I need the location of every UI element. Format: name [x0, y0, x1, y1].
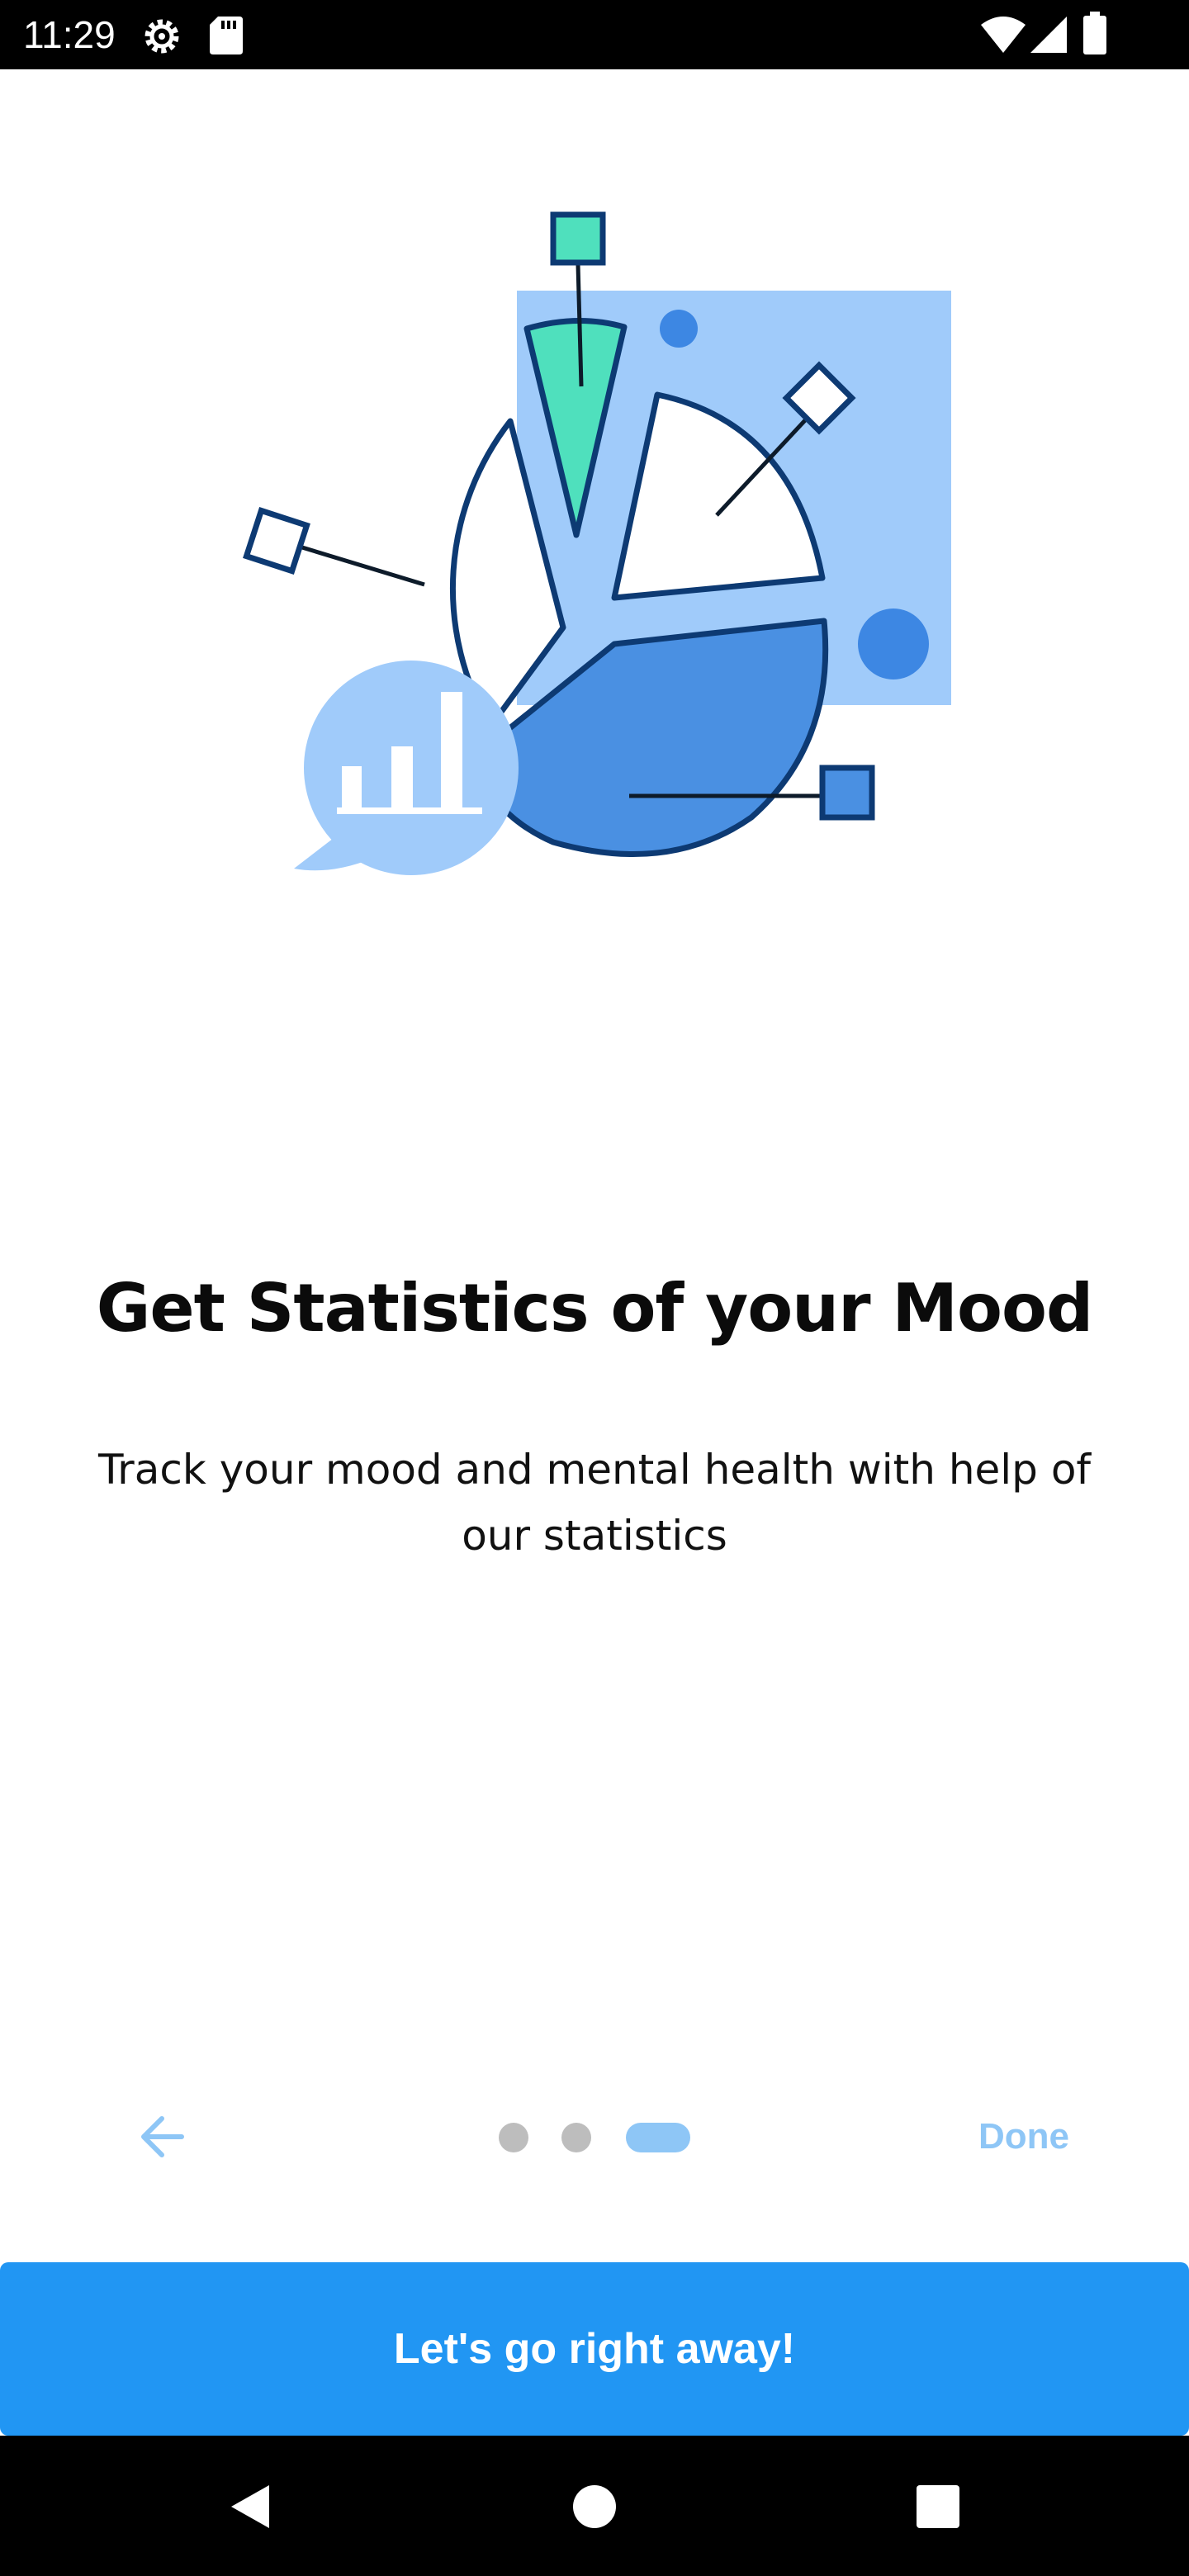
left-marker-square: [243, 507, 310, 575]
onboarding-subtitle: Track your mood and mental health with h…: [97, 1446, 1092, 1560]
back-triangle-icon[interactable]: [225, 2436, 272, 2484]
arrow-left-icon: [141, 2116, 184, 2157]
large-blue-dot: [858, 608, 929, 680]
lets-go-button[interactable]: Let's go right away!: [0, 2262, 1189, 2436]
sd-card-icon: [210, 17, 243, 54]
pie-chart-statistics-illustration: [243, 211, 951, 875]
battery-icon: [1083, 12, 1106, 54]
page-indicator: [495, 2120, 694, 2153]
chat-bubble-bar-chart-icon: [294, 661, 519, 875]
settings-gear-icon: [144, 19, 179, 54]
onboarding-screen: 11:29 Get Statistics of your Mood Track …: [0, 0, 1189, 2576]
nav-back-triangle-icon[interactable]: [226, 2482, 272, 2531]
done-button[interactable]: Done: [958, 2110, 1090, 2164]
nav-home-circle-icon[interactable]: [573, 2485, 616, 2528]
onboarding-title: Get Statistics of your Mood: [96, 1270, 1093, 1347]
teal-marker-square: [550, 211, 606, 266]
status-time: 11:29: [23, 13, 116, 56]
page-dot-3-active[interactable]: [626, 2123, 690, 2152]
page-dot-2[interactable]: [561, 2123, 591, 2152]
small-blue-dot: [660, 310, 698, 348]
blue-marker-square: [819, 765, 875, 821]
back-button[interactable]: [124, 2101, 200, 2172]
nav-recents-square-icon[interactable]: [917, 2485, 959, 2528]
cell-signal-icon: [1030, 17, 1067, 53]
status-bar: 11:29: [0, 0, 1189, 69]
page-dot-1[interactable]: [499, 2123, 528, 2152]
wifi-icon: [981, 17, 1026, 53]
